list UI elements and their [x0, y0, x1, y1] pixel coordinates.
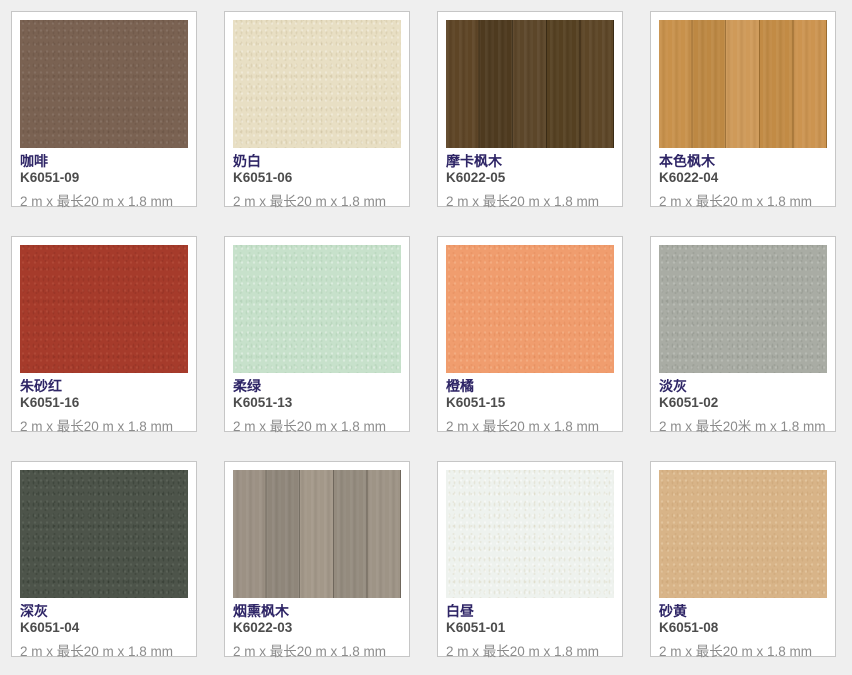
product-name-link[interactable]: 奶白 — [233, 154, 401, 169]
product-dimensions: 2 m x 最长20米 m x 1.8 mm — [659, 419, 827, 434]
product-code: K6022-04 — [659, 170, 827, 185]
product-swatch-image[interactable] — [659, 245, 827, 373]
product-card[interactable]: 烟熏枫木 K6022-03 2 m x 最长20 m x 1.8 mm — [224, 461, 410, 657]
product-swatch-image[interactable] — [20, 470, 188, 598]
product-name-link[interactable]: 柔绿 — [233, 379, 401, 394]
product-code: K6051-06 — [233, 170, 401, 185]
product-card[interactable]: 淡灰 K6051-02 2 m x 最长20米 m x 1.8 mm — [650, 236, 836, 432]
product-dimensions: 2 m x 最长20 m x 1.8 mm — [20, 644, 188, 659]
product-code: K6051-13 — [233, 395, 401, 410]
product-dimensions: 2 m x 最长20 m x 1.8 mm — [446, 644, 614, 659]
product-card[interactable]: 柔绿 K6051-13 2 m x 最长20 m x 1.8 mm — [224, 236, 410, 432]
product-name-link[interactable]: 朱砂红 — [20, 379, 188, 394]
product-code: K6051-04 — [20, 620, 188, 635]
product-dimensions: 2 m x 最长20 m x 1.8 mm — [446, 194, 614, 209]
product-code: K6051-09 — [20, 170, 188, 185]
product-dimensions: 2 m x 最长20 m x 1.8 mm — [659, 194, 827, 209]
product-swatch-image[interactable] — [446, 20, 614, 148]
product-name-link[interactable]: 本色枫木 — [659, 154, 827, 169]
product-card[interactable]: 白昼 K6051-01 2 m x 最长20 m x 1.8 mm — [437, 461, 623, 657]
product-dimensions: 2 m x 最长20 m x 1.8 mm — [446, 419, 614, 434]
product-code: K6022-03 — [233, 620, 401, 635]
product-dimensions: 2 m x 最长20 m x 1.8 mm — [233, 644, 401, 659]
product-code: K6051-02 — [659, 395, 827, 410]
product-name-link[interactable]: 橙橘 — [446, 379, 614, 394]
product-card[interactable]: 砂黄 K6051-08 2 m x 最长20 m x 1.8 mm — [650, 461, 836, 657]
product-name-link[interactable]: 烟熏枫木 — [233, 604, 401, 619]
product-name-link[interactable]: 摩卡枫木 — [446, 154, 614, 169]
product-dimensions: 2 m x 最长20 m x 1.8 mm — [20, 419, 188, 434]
product-code: K6051-16 — [20, 395, 188, 410]
product-card[interactable]: 奶白 K6051-06 2 m x 最长20 m x 1.8 mm — [224, 11, 410, 207]
product-dimensions: 2 m x 最长20 m x 1.8 mm — [659, 644, 827, 659]
product-swatch-image[interactable] — [233, 470, 401, 598]
product-swatch-image[interactable] — [446, 245, 614, 373]
product-swatch-image[interactable] — [659, 470, 827, 598]
product-card[interactable]: 摩卡枫木 K6022-05 2 m x 最长20 m x 1.8 mm — [437, 11, 623, 207]
product-swatch-image[interactable] — [20, 20, 188, 148]
product-dimensions: 2 m x 最长20 m x 1.8 mm — [233, 419, 401, 434]
product-card[interactable]: 橙橘 K6051-15 2 m x 最长20 m x 1.8 mm — [437, 236, 623, 432]
product-code: K6051-08 — [659, 620, 827, 635]
product-swatch-image[interactable] — [446, 470, 614, 598]
product-card[interactable]: 本色枫木 K6022-04 2 m x 最长20 m x 1.8 mm — [650, 11, 836, 207]
product-code: K6051-15 — [446, 395, 614, 410]
product-card[interactable]: 朱砂红 K6051-16 2 m x 最长20 m x 1.8 mm — [11, 236, 197, 432]
product-code: K6051-01 — [446, 620, 614, 635]
product-dimensions: 2 m x 最长20 m x 1.8 mm — [20, 194, 188, 209]
product-swatch-image[interactable] — [659, 20, 827, 148]
product-swatch-image[interactable] — [233, 20, 401, 148]
product-card[interactable]: 深灰 K6051-04 2 m x 最长20 m x 1.8 mm — [11, 461, 197, 657]
product-name-link[interactable]: 深灰 — [20, 604, 188, 619]
product-dimensions: 2 m x 最长20 m x 1.8 mm — [233, 194, 401, 209]
product-name-link[interactable]: 淡灰 — [659, 379, 827, 394]
product-name-link[interactable]: 咖啡 — [20, 154, 188, 169]
product-swatch-image[interactable] — [233, 245, 401, 373]
product-grid: 咖啡 K6051-09 2 m x 最长20 m x 1.8 mm 奶白 K60… — [0, 0, 852, 675]
product-code: K6022-05 — [446, 170, 614, 185]
product-name-link[interactable]: 砂黄 — [659, 604, 827, 619]
product-name-link[interactable]: 白昼 — [446, 604, 614, 619]
product-card[interactable]: 咖啡 K6051-09 2 m x 最长20 m x 1.8 mm — [11, 11, 197, 207]
product-swatch-image[interactable] — [20, 245, 188, 373]
